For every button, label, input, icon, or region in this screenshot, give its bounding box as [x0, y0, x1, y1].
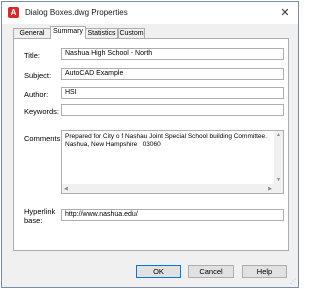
scroll-right-icon[interactable]: ▶: [268, 186, 272, 192]
comments-field[interactable]: Prepared for City o f Nashau Joint Speci…: [61, 130, 284, 194]
properties-dialog: A Dialog Boxes.dwg Properties ✕ General …: [1, 1, 299, 288]
subject-field[interactable]: AutoCAD Example: [61, 68, 284, 80]
author-field[interactable]: HSI: [61, 87, 284, 99]
comments-text: Prepared for City o f Nashau Joint Speci…: [65, 133, 267, 148]
scroll-left-icon[interactable]: ◀: [64, 186, 68, 192]
scrollbar-corner: [274, 184, 283, 193]
title-bar[interactable]: A Dialog Boxes.dwg Properties ✕: [2, 2, 298, 24]
hyperlink-label-line1: Hyperlink: [24, 207, 56, 216]
cancel-button[interactable]: Cancel: [188, 265, 234, 278]
ok-button[interactable]: OK: [136, 265, 181, 278]
comments-vertical-scrollbar[interactable]: ▲ ▼: [274, 131, 283, 184]
scroll-down-icon[interactable]: ▼: [276, 177, 281, 183]
title-field[interactable]: Nashua High School - North: [61, 48, 284, 60]
author-label: Author:: [24, 90, 49, 99]
scroll-up-icon[interactable]: ▲: [276, 132, 281, 138]
resize-grip-icon[interactable]: ⋰: [290, 279, 296, 285]
hyperlink-label-line2: base:: [24, 216, 43, 225]
keywords-field[interactable]: [61, 104, 284, 116]
window-title: Dialog Boxes.dwg Properties: [25, 8, 128, 17]
help-button[interactable]: Help: [242, 265, 287, 278]
close-icon[interactable]: ✕: [278, 6, 292, 20]
tab-summary[interactable]: Summary: [50, 26, 86, 39]
subject-label: Subject:: [24, 71, 52, 80]
comments-horizontal-scrollbar[interactable]: ◀ ▶: [62, 184, 274, 193]
title-label: Title:: [24, 51, 40, 60]
autocad-icon: A: [8, 7, 19, 18]
hyperlink-base-field[interactable]: http://www.nashua.edu/: [61, 209, 284, 221]
summary-panel: Title: Nashua High School - North Subjec…: [13, 38, 289, 251]
comments-label: Comments:: [24, 134, 63, 143]
keywords-label: Keywords:: [24, 107, 60, 116]
